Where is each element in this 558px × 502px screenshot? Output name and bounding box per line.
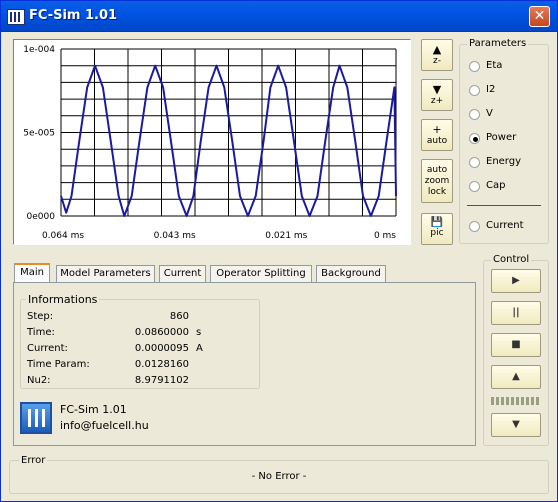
x-tick-label: 0.043 ms [154, 231, 196, 241]
info-step-value: 860 [169, 311, 189, 322]
power-chart: 1e-004 5e-005 0e000 0.064 ms 0.043 ms 0.021 m… [23, 45, 397, 241]
about-email: info@fuelcell.hu [60, 419, 149, 432]
parameters-legend: Parameters [467, 38, 529, 49]
up-arrow-icon: ▲ [432, 43, 442, 56]
fcsim-logo-icon [20, 402, 52, 434]
info-nu2-label: Nu2: [27, 375, 51, 386]
radio-v-label: V [486, 108, 493, 119]
title-bar[interactable]: FC-Sim 1.01 ✕ [1, 1, 557, 32]
info-step-label: Step: [27, 311, 54, 322]
radio-selected-dot [473, 137, 478, 142]
auto-scale-label: auto [426, 136, 448, 146]
zoom-out-label: z- [433, 56, 441, 66]
zoom-out-button[interactable]: ▲ z- [421, 39, 453, 71]
error-legend: Error [19, 455, 48, 466]
zoom-in-label: z+ [430, 96, 444, 106]
radio-eta-label: Eta [486, 60, 503, 71]
info-time-unit: s [196, 327, 202, 338]
info-nu2-value: 8.9791102 [134, 375, 189, 386]
x-tick-label: 0 ms [374, 231, 396, 241]
radio-current-label: Current [486, 220, 524, 231]
radio-power[interactable]: Power [469, 132, 549, 146]
up-arrow-icon: ▲ [512, 371, 520, 382]
x-tick-label: 0.021 ms [265, 231, 307, 241]
radio-i2-label: I2 [486, 84, 496, 95]
error-message: - No Error - [251, 471, 307, 482]
info-current-label: Current: [27, 343, 68, 354]
radio-circle [469, 85, 480, 96]
auto-zoom-lock-button[interactable]: auto zoom lock [421, 159, 453, 203]
radio-cap-label: Cap [486, 180, 506, 191]
zoom-in-button[interactable]: ▼ z+ [421, 79, 453, 111]
auto-zoom-lock-label: auto zoom lock [424, 165, 450, 197]
stop-icon: ■ [511, 339, 521, 350]
parameters-divider [467, 205, 541, 206]
tab-model-parameters[interactable]: Model Parameters [56, 265, 155, 283]
y-tick-label: 0e000 [27, 212, 56, 222]
radio-energy-label: Energy [486, 156, 522, 167]
floppy-disk-icon: 💾 [430, 217, 444, 228]
about-app-name: FC-Sim 1.01 [60, 403, 127, 416]
info-time-param-label: Time Param: [27, 359, 90, 370]
radio-circle [469, 181, 480, 192]
radio-power-label: Power [486, 132, 517, 143]
info-time-value: 0.0860000 [134, 327, 189, 338]
app-icon [7, 9, 25, 25]
plus-icon: + [432, 123, 442, 136]
radio-i2[interactable]: I2 [469, 84, 549, 98]
main-window: FC-Sim 1.01 ✕ 1e-004 5e-005 0e000 0.064 ms 0… [0, 0, 558, 502]
plot-panel: 1e-004 5e-005 0e000 0.064 ms 0.043 ms 0.021 m… [13, 39, 411, 245]
info-current-value: 0.0000095 [134, 343, 189, 354]
tab-main[interactable]: Main [14, 263, 50, 284]
info-time-param-value: 0.0128160 [134, 359, 189, 370]
step-down-button[interactable]: ▼ [491, 413, 541, 437]
radio-energy[interactable]: Energy [469, 156, 549, 170]
play-button[interactable]: ▶ [491, 269, 541, 293]
progress-dots [491, 397, 541, 405]
x-tick-label: 0.064 ms [42, 231, 84, 241]
close-button[interactable]: ✕ [529, 6, 550, 27]
y-tick-label: 5e-005 [23, 129, 55, 139]
control-legend: Control [491, 254, 532, 265]
save-picture-button[interactable]: 💾 pic [421, 213, 453, 245]
radio-current[interactable]: Current [469, 220, 549, 234]
radio-v[interactable]: V [469, 108, 549, 122]
radio-circle [469, 221, 480, 232]
window-title: FC-Sim 1.01 [29, 8, 118, 23]
auto-scale-button[interactable]: + auto [421, 119, 453, 151]
radio-cap[interactable]: Cap [469, 180, 549, 194]
step-up-button[interactable]: ▲ [491, 365, 541, 389]
tab-current[interactable]: Current [159, 265, 206, 283]
pause-button[interactable]: || [491, 301, 541, 325]
info-time-label: Time: [27, 327, 55, 338]
informations-legend: Informations [26, 293, 100, 306]
pause-icon: || [512, 307, 520, 318]
radio-circle [469, 109, 480, 120]
info-current-unit: A [196, 343, 203, 354]
tab-operator-splitting[interactable]: Operator Splitting [210, 265, 312, 283]
save-picture-label: pic [430, 228, 444, 238]
radio-circle [469, 61, 480, 72]
y-tick-label: 1e-004 [23, 45, 55, 55]
stop-button[interactable]: ■ [491, 333, 541, 357]
tab-background[interactable]: Background [316, 265, 386, 283]
radio-circle [469, 133, 480, 144]
radio-eta[interactable]: Eta [469, 60, 549, 74]
down-arrow-icon: ▼ [432, 83, 442, 96]
down-arrow-icon: ▼ [512, 419, 520, 430]
radio-circle [469, 157, 480, 168]
play-icon: ▶ [512, 275, 520, 286]
